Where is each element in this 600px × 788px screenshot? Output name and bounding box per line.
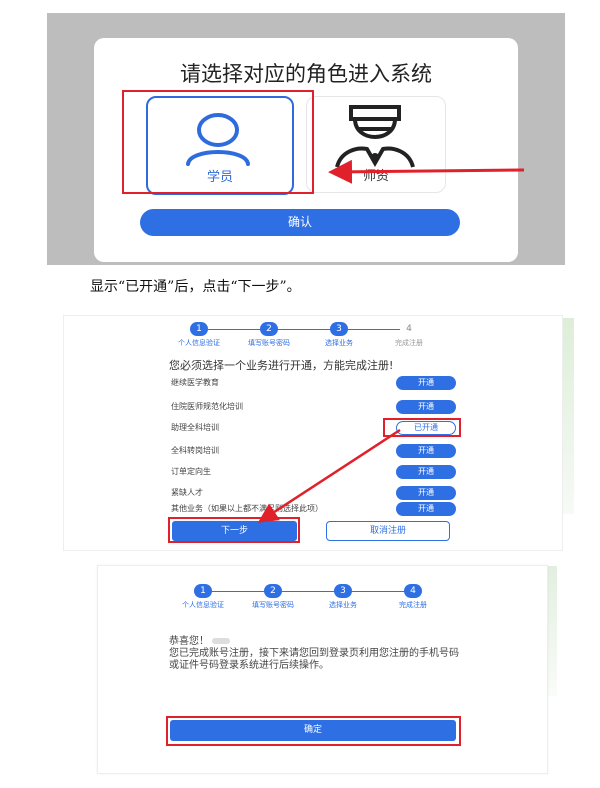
step-1: 1 个人信息验证 (168, 584, 238, 610)
completion-text: 您已完成账号注册，接下来请您回到登录页利用您注册的手机号码或证件号码登录系统进行… (169, 648, 459, 671)
open-business-button[interactable]: 开通 (396, 400, 456, 414)
business-row: 紧缺人才 开通 (171, 485, 456, 501)
business-name: 全科转岗培训 (171, 446, 219, 455)
step-2: 2 填写账号密码 (234, 322, 304, 348)
open-business-button[interactable]: 开通 (396, 376, 456, 390)
step-3: 3 选择业务 (308, 584, 378, 610)
business-name: 住院医师规范化培训 (171, 402, 243, 411)
business-instruction: 您必须选择一个业务进行开通，方能完成注册! (169, 359, 394, 372)
business-name: 继续医学教育 (171, 378, 219, 387)
open-business-button[interactable]: 开通 (396, 502, 456, 516)
step-label: 个人信息验证 (178, 339, 220, 347)
confirm-role-button[interactable]: 确认 (140, 209, 460, 236)
business-row: 继续医学教育 开通 (171, 375, 456, 391)
step-label: 选择业务 (329, 601, 357, 609)
role-card-teacher[interactable]: 师资 (306, 96, 446, 193)
business-row: 住院医师规范化培训 开通 (171, 399, 456, 415)
instruction-caption: 显示“已开通”后，点击“下一步”。 (90, 279, 301, 295)
step-4: 4 完成注册 (374, 322, 444, 348)
business-row: 订单定向生 开通 (171, 464, 456, 480)
step-number: 1 (194, 584, 212, 598)
step-label: 个人信息验证 (182, 601, 224, 609)
step-number: 4 (404, 584, 422, 598)
cancel-registration-button[interactable]: 取消注册 (326, 521, 450, 541)
highlight-box-student (122, 90, 314, 194)
step-4: 4 完成注册 (378, 584, 448, 610)
role-select-title: 请选择对应的角色进入系统 (180, 62, 432, 86)
progress-stepper: 1 个人信息验证 2 填写账号密码 3 选择业务 4 完成注册 (164, 322, 444, 352)
business-select-panel: 1 个人信息验证 2 填写账号密码 3 选择业务 4 完成注册 您必须选择一个业… (63, 315, 563, 551)
progress-stepper: 1 个人信息验证 2 填写账号密码 3 选择业务 4 完成注册 (168, 584, 448, 614)
step-number: 2 (264, 584, 282, 598)
business-row: 全科转岗培训 开通 (171, 443, 456, 459)
business-name: 其他业务（如果以上都不满足则选择此项） (171, 504, 323, 513)
step-1: 1 个人信息验证 (164, 322, 234, 348)
step-label: 完成注册 (395, 339, 423, 347)
step-number: 3 (334, 584, 352, 598)
step-label: 完成注册 (399, 601, 427, 609)
redacted-name (212, 638, 231, 644)
highlight-box-opened (383, 418, 461, 437)
step-number: 3 (330, 322, 348, 336)
step-number: 4 (400, 322, 418, 336)
open-business-button[interactable]: 开通 (396, 465, 456, 479)
highlight-box-confirm (166, 716, 461, 746)
step-number: 2 (260, 322, 278, 336)
step-number: 1 (190, 322, 208, 336)
step-label: 填写账号密码 (248, 339, 290, 347)
step-3: 3 选择业务 (304, 322, 374, 348)
open-business-button[interactable]: 开通 (396, 486, 456, 500)
step-label: 填写账号密码 (252, 601, 294, 609)
business-row: 其他业务（如果以上都不满足则选择此项） 开通 (171, 501, 456, 517)
greeting-text: 恭喜您！ (169, 636, 209, 647)
role-label-teacher: 师资 (362, 169, 389, 184)
highlight-box-next (168, 517, 300, 543)
business-name: 紧缺人才 (171, 488, 203, 497)
business-name: 助理全科培训 (171, 423, 219, 432)
step-label: 选择业务 (325, 339, 353, 347)
step-2: 2 填写账号密码 (238, 584, 308, 610)
open-business-button[interactable]: 开通 (396, 444, 456, 458)
business-name: 订单定向生 (171, 467, 211, 476)
completion-message: 恭喜您！ 您已完成账号注册，接下来请您回到登录页利用您注册的手机号码或证件号码登… (169, 636, 459, 672)
doctor-icon (335, 105, 415, 168)
